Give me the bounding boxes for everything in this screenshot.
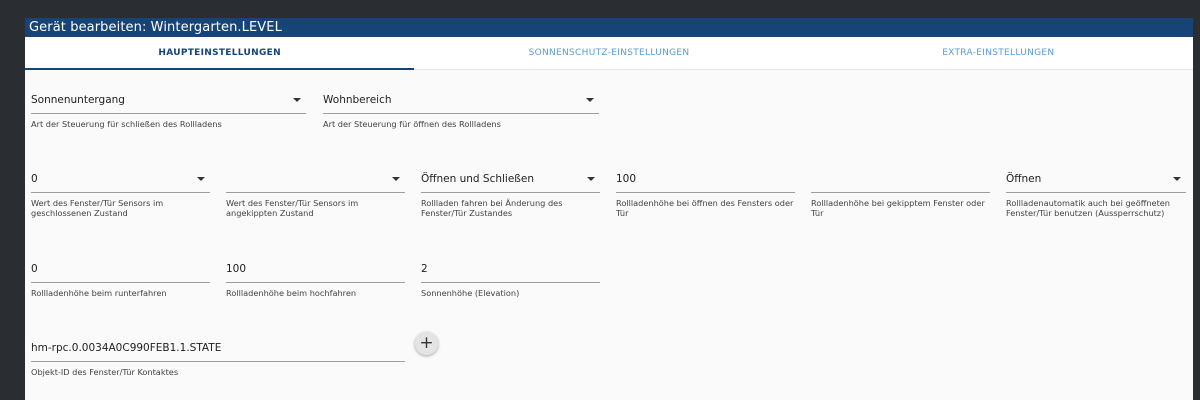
input-underline bbox=[421, 282, 600, 283]
height-open-value: 100 bbox=[616, 173, 637, 185]
height-tilted-value bbox=[811, 167, 990, 186]
chevron-down-icon bbox=[586, 98, 594, 102]
chevron-down-icon bbox=[587, 177, 595, 181]
height-tilted-helper: Rollladenhöhe bei gekipptem Fenster oder… bbox=[811, 198, 985, 218]
add-object-button[interactable]: + bbox=[415, 332, 438, 355]
height-open-helper: Rollladenhöhe bei öffnen des Fensters od… bbox=[616, 198, 794, 218]
chevron-down-icon bbox=[1173, 177, 1181, 181]
select-underline bbox=[421, 192, 600, 193]
open-control-helper: Art der Steuerung für öffnen des Rolllad… bbox=[323, 119, 501, 129]
select-underline bbox=[31, 113, 306, 114]
close-control-select[interactable]: Sonnenuntergang Art der Steuerung für sc… bbox=[31, 88, 306, 129]
drive-on-change-value: Öffnen und Schließen bbox=[421, 173, 535, 185]
elevation-helper: Sonnenhöhe (Elevation) bbox=[421, 288, 520, 298]
select-underline bbox=[226, 192, 405, 193]
height-down-helper: Rollladenhöhe beim runterfahren bbox=[31, 288, 167, 298]
height-up-helper: Rollladenhöhe beim hochfahren bbox=[226, 288, 357, 298]
open-control-value: Wohnbereich bbox=[323, 94, 392, 106]
drive-on-change-helper: Rollladen fahren bei Änderung des Fenste… bbox=[421, 198, 563, 218]
close-control-value: Sonnenuntergang bbox=[31, 94, 125, 106]
input-underline bbox=[226, 282, 405, 283]
select-underline bbox=[31, 192, 210, 193]
chevron-down-icon bbox=[293, 98, 301, 102]
dialog-title: Gerät bearbeiten: Wintergarten.LEVEL bbox=[25, 18, 1193, 37]
drive-on-change-select[interactable]: Öffnen und Schließen Rollladen fahren be… bbox=[421, 167, 600, 218]
height-open-input[interactable]: 100 Rollladenhöhe bei öffnen des Fenster… bbox=[616, 167, 795, 218]
sensor-closed-select[interactable]: 0 Wert des Fenster/Tür Sensors im geschl… bbox=[31, 167, 210, 218]
sensor-tilted-select[interactable]: Wert des Fenster/Tür Sensors im angekipp… bbox=[226, 167, 405, 218]
chevron-down-icon bbox=[197, 177, 205, 181]
lockout-value: Öffnen bbox=[1006, 173, 1042, 185]
chevron-down-icon bbox=[392, 177, 400, 181]
lockout-select[interactable]: Öffnen Rollladenautomatik auch bei geöff… bbox=[1006, 167, 1186, 218]
height-down-input[interactable]: 0 Rollladenhöhe beim runterfahren bbox=[31, 257, 210, 298]
tab-sonnenschutz-einstellungen[interactable]: SONNENSCHUTZ-EINSTELLUNGEN bbox=[414, 37, 803, 69]
tab-bar: HAUPTEINSTELLUNGEN SONNENSCHUTZ-EINSTELL… bbox=[25, 37, 1193, 70]
input-underline bbox=[616, 192, 795, 193]
select-underline bbox=[1006, 192, 1186, 193]
elevation-input[interactable]: 2 Sonnenhöhe (Elevation) bbox=[421, 257, 600, 298]
height-down-value: 0 bbox=[31, 263, 38, 275]
open-control-select[interactable]: Wohnbereich Art der Steuerung für öffnen… bbox=[323, 88, 599, 129]
sensor-closed-helper: Wert des Fenster/Tür Sensors im geschlos… bbox=[31, 198, 164, 218]
input-underline bbox=[31, 361, 405, 362]
height-up-value: 100 bbox=[226, 263, 247, 275]
main-settings-panel: Sonnenuntergang Art der Steuerung für sc… bbox=[25, 70, 1193, 400]
sensor-tilted-value bbox=[226, 167, 405, 186]
plus-icon: + bbox=[419, 333, 434, 353]
input-underline bbox=[31, 282, 210, 283]
edit-device-dialog: Gerät bearbeiten: Wintergarten.LEVEL HAU… bbox=[25, 18, 1193, 400]
select-underline bbox=[323, 113, 599, 114]
tab-extra-einstellungen[interactable]: EXTRA-EINSTELLUNGEN bbox=[804, 37, 1193, 69]
tab-haupteinstellungen[interactable]: HAUPTEINSTELLUNGEN bbox=[25, 37, 414, 69]
height-up-input[interactable]: 100 Rollladenhöhe beim hochfahren bbox=[226, 257, 405, 298]
object-id-value: hm-rpc.0.0034A0C990FEB1.1.STATE bbox=[31, 342, 222, 354]
sensor-closed-value: 0 bbox=[31, 173, 38, 185]
object-id-helper: Objekt-ID des Fenster/Tür Kontaktes bbox=[31, 367, 179, 377]
elevation-value: 2 bbox=[421, 263, 428, 275]
sensor-tilted-helper: Wert des Fenster/Tür Sensors im angekipp… bbox=[226, 198, 359, 218]
close-control-helper: Art der Steuerung für schließen des Roll… bbox=[31, 119, 222, 129]
height-tilted-input[interactable]: Rollladenhöhe bei gekipptem Fenster oder… bbox=[811, 167, 990, 218]
lockout-helper: Rollladenautomatik auch bei geöffneten F… bbox=[1006, 198, 1171, 218]
input-underline bbox=[811, 192, 990, 193]
object-id-input[interactable]: hm-rpc.0.0034A0C990FEB1.1.STATE Objekt-I… bbox=[31, 336, 405, 377]
